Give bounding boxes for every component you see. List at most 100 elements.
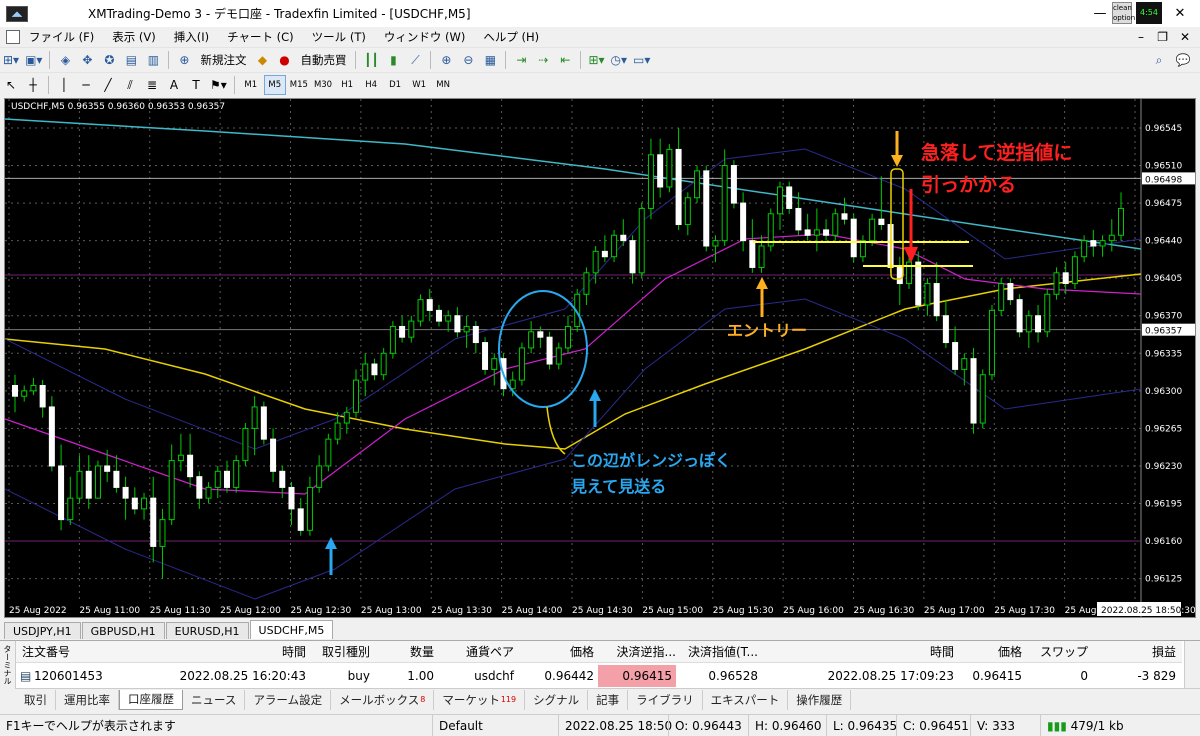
trendline-icon[interactable]: ╱ [98, 75, 118, 95]
mdi-close-button[interactable]: ✕ [1180, 30, 1190, 44]
col-symbol[interactable]: 通貨ペア [440, 641, 514, 663]
history-row[interactable]: ▤ 120601453 2022.08.25 16:20:43 buy 1.00… [16, 665, 1182, 687]
templates-icon[interactable]: ▭▾ [631, 50, 652, 70]
tab-articles[interactable]: 記事 [588, 689, 629, 710]
autoscroll-icon[interactable]: ⇢ [533, 50, 553, 70]
tile-windows-icon[interactable]: ▦ [480, 50, 500, 70]
line-chart-icon[interactable]: ⟋ [405, 50, 425, 70]
zoom-in-icon[interactable]: ⊕ [436, 50, 456, 70]
menu-view[interactable]: 表示 (V) [103, 29, 165, 45]
tab-journal[interactable]: 操作履歴 [788, 689, 852, 710]
tab-account-history[interactable]: 口座履歴 [119, 689, 183, 710]
text-label-icon[interactable]: T [186, 75, 206, 95]
document-icon[interactable] [6, 30, 20, 44]
menu-file[interactable]: ファイル (F) [20, 29, 103, 45]
timeframe-m15[interactable]: M15 [288, 75, 310, 95]
vertical-line-icon[interactable]: │ [54, 75, 74, 95]
timeframe-m30[interactable]: M30 [312, 75, 334, 95]
text-icon[interactable]: A [164, 75, 184, 95]
indicators-icon[interactable]: ⊞▾ [586, 50, 606, 70]
y-tick-label: 0.96510 [1145, 162, 1182, 172]
col-price[interactable]: 価格 [520, 641, 594, 663]
tab-market-badge: 119 [500, 695, 517, 704]
fibonacci-icon[interactable]: ≣ [142, 75, 162, 95]
status-profile[interactable]: Default [432, 715, 483, 736]
chart-shift-icon[interactable]: ⇥ [511, 50, 531, 70]
chart-window[interactable]: 0.96545 0.96510 0.96475 0.96440 0.96405 0.963… [4, 98, 1196, 618]
col-sl[interactable]: 決済逆指... [598, 641, 676, 663]
tab-library[interactable]: ライブラリ [628, 689, 703, 710]
col-ticket[interactable]: 注文番号 [22, 641, 70, 663]
tab-trade[interactable]: 取引 [16, 689, 56, 710]
strategy-tester-icon[interactable]: ▥ [143, 50, 163, 70]
col-type[interactable]: 取引種別 [312, 641, 370, 663]
zoom-out-icon[interactable]: ⊖ [458, 50, 478, 70]
timeframe-m1[interactable]: M1 [240, 75, 262, 95]
mdi-restore-button[interactable]: ❐ [1157, 30, 1168, 44]
tab-market[interactable]: マーケット 119 [434, 689, 526, 710]
col-open-time[interactable]: 時間 [166, 641, 306, 663]
profiles-icon[interactable]: ▣▾ [23, 50, 44, 70]
tab-exposure[interactable]: 運用比率 [56, 689, 119, 710]
chart-tab-usdjpy[interactable]: USDJPY,H1 [4, 622, 81, 639]
timeframe-h1[interactable]: H1 [336, 75, 358, 95]
cursor-icon[interactable]: ↖ [1, 75, 21, 95]
terminal-scrollbar[interactable] [1184, 641, 1200, 689]
col-swap[interactable]: スワップ [1026, 641, 1088, 663]
timeframe-h4[interactable]: H4 [360, 75, 382, 95]
col-close-price[interactable]: 価格 [960, 641, 1022, 663]
timeframe-m5[interactable]: M5 [263, 75, 286, 95]
candle-body [1053, 272, 1060, 295]
timeframe-d1[interactable]: D1 [384, 75, 406, 95]
chat-icon[interactable]: 💬 [1173, 50, 1193, 70]
tab-alerts[interactable]: アラーム設定 [245, 689, 332, 710]
crosshair-icon[interactable]: ┼ [23, 75, 43, 95]
chart-tab-eurusd[interactable]: EURUSD,H1 [165, 622, 249, 639]
new-chart-icon[interactable]: ⊞▾ [1, 50, 21, 70]
navigator-icon[interactable]: ✪ [99, 50, 119, 70]
close-window-button[interactable]: ✕ [1160, 0, 1200, 27]
auto-trading-icon[interactable]: ● [274, 50, 294, 70]
mdi-minimize-button[interactable]: – [1138, 30, 1144, 44]
equidistant-channel-icon[interactable]: ⫽ [120, 75, 140, 95]
menu-help[interactable]: ヘルプ (H) [474, 29, 548, 45]
menu-chart[interactable]: チャート (C) [218, 29, 303, 45]
data-window-icon[interactable]: ✥ [77, 50, 97, 70]
y-tick-label: 0.96230 [1145, 462, 1182, 472]
new-order-button[interactable]: 新規注文 [196, 50, 250, 70]
col-close-time[interactable]: 時間 [826, 641, 954, 663]
status-low: L: 0.96435 [826, 715, 897, 736]
candle-body [463, 325, 470, 333]
price-chart[interactable]: 0.96545 0.96510 0.96475 0.96440 0.96405 0.963… [5, 99, 1196, 618]
tab-news[interactable]: ニュース [183, 689, 246, 710]
tab-signals[interactable]: シグナル [525, 689, 589, 710]
tab-experts[interactable]: エキスパート [703, 689, 789, 710]
auto-trading-button[interactable]: 自動売買 [296, 50, 350, 70]
new-order-icon[interactable]: ⊕ [174, 50, 194, 70]
metaeditor-icon[interactable]: ◆ [252, 50, 272, 70]
horizontal-line-icon[interactable]: ─ [76, 75, 96, 95]
market-watch-icon[interactable]: ◈ [55, 50, 75, 70]
timeframe-w1[interactable]: W1 [408, 75, 430, 95]
terminal-icon[interactable]: ▤ [121, 50, 141, 70]
col-volume[interactable]: 数量 [376, 641, 434, 663]
bar-chart-icon[interactable]: ┃┃ [361, 50, 381, 70]
search-icon[interactable]: ⌕ [1149, 50, 1169, 70]
menu-tools[interactable]: ツール (T) [303, 29, 375, 45]
arrows-icon[interactable]: ⚑▾ [208, 75, 229, 95]
menu-window[interactable]: ウィンドウ (W) [375, 29, 475, 45]
timeframe-mn[interactable]: MN [432, 75, 454, 95]
chart-shift-end-icon[interactable]: ⇤ [555, 50, 575, 70]
candlestick-icon[interactable]: ▮ [383, 50, 403, 70]
menu-insert[interactable]: 挿入(I) [165, 29, 218, 45]
minimize-window-button[interactable]: — [1080, 0, 1120, 27]
chart-tab-gbpusd[interactable]: GBPUSD,H1 [81, 622, 165, 639]
chart-tab-usdchf[interactable]: USDCHF,M5 [249, 620, 334, 639]
tab-mailbox[interactable]: メールボックス 8 [331, 689, 435, 710]
col-profit[interactable]: 損益 [1092, 641, 1176, 663]
candle-body [141, 497, 148, 510]
col-tp[interactable]: 決済指値(T... [682, 641, 758, 663]
toolbar-separator [168, 51, 170, 69]
candle-body [426, 299, 433, 311]
periods-icon[interactable]: ◷▾ [609, 50, 630, 70]
